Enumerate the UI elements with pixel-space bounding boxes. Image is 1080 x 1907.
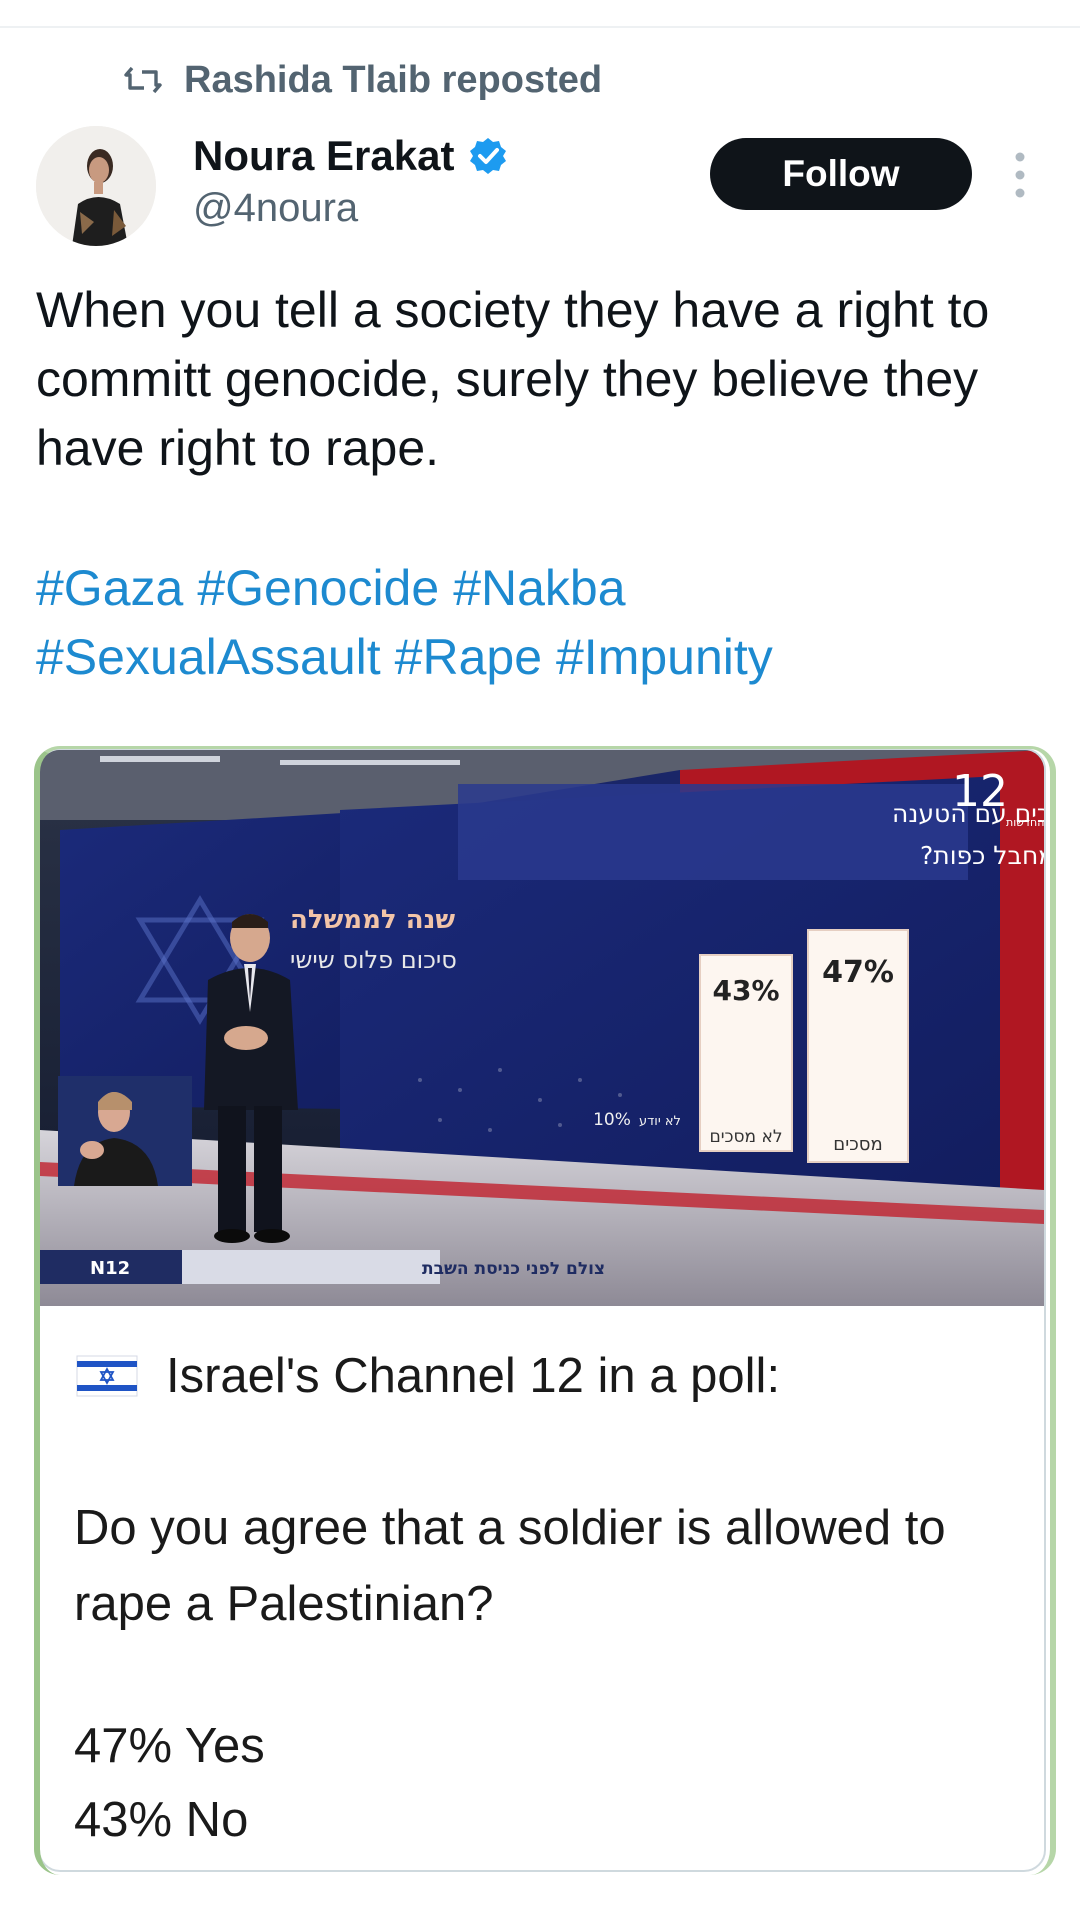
bar-yes-label: מסכים bbox=[833, 1134, 882, 1155]
bar-unknown-value: 10% bbox=[593, 1110, 631, 1130]
hashtag-impunity[interactable]: #Impunity bbox=[556, 629, 773, 685]
author-handle[interactable]: @4noura bbox=[193, 186, 358, 231]
quoted-post-card[interactable]: האם אתה מסכים עם הטענה שלחייל מותר לאנוס… bbox=[38, 748, 1046, 1872]
author-name[interactable]: Noura Erakat bbox=[193, 132, 508, 180]
hashtag-genocide[interactable]: #Genocide bbox=[197, 560, 439, 616]
bar-no-label: לא מסכים bbox=[709, 1127, 782, 1147]
repost-icon bbox=[124, 66, 162, 94]
channel-logo-sub: החדשות bbox=[1006, 816, 1044, 829]
verified-badge-icon bbox=[470, 138, 507, 174]
avatar[interactable] bbox=[36, 126, 156, 246]
quote-question: Do you agree that a soldier is allowed t… bbox=[74, 1501, 946, 1631]
israel-flag-icon bbox=[76, 1355, 138, 1397]
ticker-logo: N12 bbox=[90, 1258, 130, 1279]
tweet-text: When you tell a society they have a righ… bbox=[36, 282, 990, 476]
more-vertical-icon[interactable] bbox=[1008, 150, 1032, 200]
hashtag-gaza[interactable]: #Gaza bbox=[36, 560, 183, 616]
ticker-text: צולם לפני כניסת השבת bbox=[422, 1259, 605, 1279]
hashtag-rape[interactable]: #Rape bbox=[395, 629, 542, 685]
channel-logo: 12 bbox=[952, 766, 1008, 817]
hashtag-list: #Gaza #Genocide #Nakba #SexualAssault #Rape… bbox=[36, 554, 1056, 692]
question-line-2: שלחייל מותר לאנוס מחבל כפות? bbox=[920, 841, 1044, 870]
studio-sign-line-2: סיכום פלוס שישי bbox=[290, 946, 457, 974]
quote-caption: Israel's Channel 12 in a poll: bbox=[76, 1348, 1016, 1404]
sign-language-inset bbox=[58, 1076, 192, 1186]
quote-result-yes: 47% Yes bbox=[74, 1719, 265, 1773]
top-divider bbox=[0, 26, 1080, 28]
bar-yes-value: 47% bbox=[822, 955, 894, 990]
tv-broadcast-image[interactable]: האם אתה מסכים עם הטענה שלחייל מותר לאנוס… bbox=[40, 750, 1044, 1306]
hashtag-nakba[interactable]: #Nakba bbox=[453, 560, 625, 616]
studio-sign-line-1: שנה לממשלה bbox=[290, 905, 455, 935]
bar-unknown-label: לא יודע bbox=[639, 1114, 681, 1129]
author-name-text: Noura Erakat bbox=[193, 132, 455, 179]
quote-result-no: 43% No bbox=[74, 1793, 249, 1847]
repost-label: Rashida Tlaib reposted bbox=[184, 58, 603, 101]
bar-no-value: 43% bbox=[712, 974, 779, 1007]
quote-caption-text: Israel's Channel 12 in a poll: bbox=[166, 1349, 781, 1403]
avatar-photo bbox=[36, 126, 156, 246]
repost-context[interactable]: Rashida Tlaib reposted bbox=[124, 56, 602, 104]
follow-button[interactable]: Follow bbox=[710, 138, 972, 210]
hashtag-sexualassault[interactable]: #SexualAssault bbox=[36, 629, 381, 685]
